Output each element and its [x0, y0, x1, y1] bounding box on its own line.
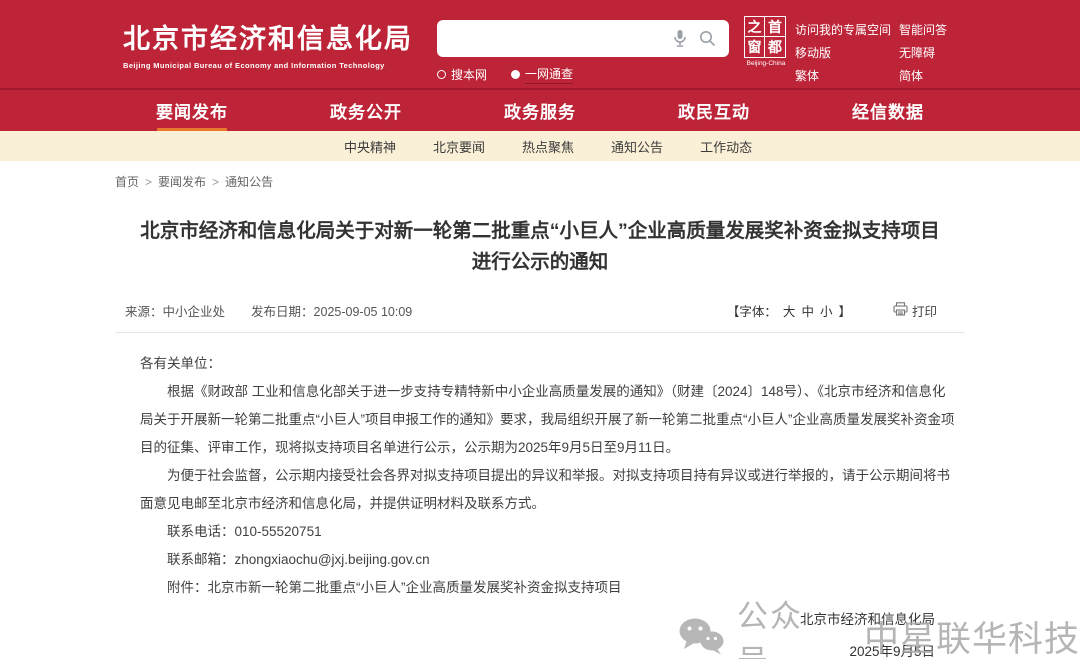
nav-item-gov-disclosure[interactable]: 政务公开 [279, 90, 453, 131]
scope-option-network[interactable]: 一网通查 [511, 65, 574, 84]
subnav-item-hot-focus[interactable]: 热点聚焦 [522, 137, 574, 156]
breadcrumb-separator: > [145, 174, 153, 189]
nav-item-gov-services[interactable]: 政务服务 [453, 90, 627, 131]
breadcrumb-separator: > [212, 174, 220, 189]
subnav-item-work-updates[interactable]: 工作动态 [700, 137, 752, 156]
body-paragraph: 根据《财政部 工业和信息化部关于进一步支持专精特新中小企业高质量发展的通知》（财… [140, 384, 955, 455]
page: 北京市经济和信息化局 Beijing Municipal Bureau of E… [0, 0, 1080, 659]
breadcrumb-home[interactable]: 首页 [115, 173, 139, 190]
nav-item-label: 政务公开 [330, 103, 402, 122]
link-my-space[interactable]: 访问我的专属空间 [795, 21, 899, 38]
font-label-open: 【字体： [726, 305, 777, 319]
nav-item-label: 要闻发布 [156, 103, 228, 122]
capital-window-logo-grid: 之 首 窗 都 [744, 16, 786, 58]
subnav-item-notices[interactable]: 通知公告 [611, 137, 663, 156]
font-size-small-button[interactable]: 小 [820, 301, 833, 320]
print-label: 打印 [911, 305, 937, 319]
search-icon[interactable] [699, 30, 716, 52]
logo-char: 之 [745, 17, 765, 37]
body-paragraph: 为便于社会监督，公示期内接受社会各界对拟支持项目提出的异议和举报。对拟支持项目持… [140, 468, 950, 511]
date-value: 2025-09-05 10:09 [313, 305, 413, 319]
printer-icon [893, 302, 908, 319]
subnav-item-central-spirit[interactable]: 中央精神 [344, 137, 396, 156]
breadcrumb-notices[interactable]: 通知公告 [225, 173, 273, 190]
attachment-link[interactable]: 附件：北京市新一轮第二批重点“小巨人”企业高质量发展奖补资金拟支持项目 [140, 574, 955, 602]
nav-item-industry-data[interactable]: 经信数据 [801, 90, 975, 131]
nav-item-label: 政民互动 [678, 103, 750, 122]
font-label-close: 】 [838, 305, 851, 319]
font-size-large-button[interactable]: 大 [783, 301, 796, 320]
signature-block: 北京市经济和信息化局 2025年9月5日 [115, 605, 965, 659]
radio-selected-icon [511, 70, 521, 79]
article-meta: 来源：中小企业处 发布日期：2025-09-05 10:09 【字体： 大 中 … [115, 301, 965, 319]
breadcrumb: 首页 > 要闻发布 > 通知公告 [115, 173, 965, 190]
link-accessibility[interactable]: 无障碍 [899, 44, 947, 61]
signature-date: 2025年9月5日 [849, 644, 935, 659]
salutation: 各有关单位： [140, 356, 221, 371]
scope-label: 一网通查 [525, 65, 574, 84]
scope-label: 搜本网 [451, 68, 488, 82]
article-date: 发布日期：2025-09-05 10:09 [251, 301, 412, 320]
logo-char: 窗 [745, 37, 765, 57]
print-button[interactable]: 打印 [893, 301, 937, 320]
capital-window-logo[interactable]: 之 首 窗 都 Beijing-China [744, 16, 788, 67]
logo-caption: Beijing-China [746, 60, 786, 67]
nav-item-public-interaction[interactable]: 政民互动 [627, 90, 801, 131]
logo-char: 都 [768, 39, 782, 55]
site-header: 北京市经济和信息化局 Beijing Municipal Bureau of E… [0, 0, 1080, 88]
link-simplified-chinese[interactable]: 简体 [899, 67, 947, 84]
search-scope-options: 搜本网 一网通查 [437, 65, 729, 84]
source-label: 来源： [125, 305, 163, 319]
link-mobile-version[interactable]: 移动版 [795, 44, 899, 61]
site-subtitle: Beijing Municipal Bureau of Economy and … [123, 61, 385, 70]
site-title: 北京市经济和信息化局 [123, 24, 413, 54]
nav-item-news[interactable]: 要闻发布 [105, 90, 279, 131]
search-box [437, 20, 729, 57]
active-tab-indicator [157, 128, 227, 131]
microphone-icon[interactable] [673, 29, 687, 53]
font-size-control: 【字体： 大 中 小 】 [727, 301, 851, 320]
search-area: 搜本网 一网通查 [437, 20, 729, 84]
header-quick-links: 访问我的专属空间 移动版 繁体 智能问答 无障碍 简体 [795, 21, 947, 84]
source-value: 中小企业处 [162, 305, 226, 319]
contact-phone: 联系电话：010-55520751 [167, 524, 322, 539]
scope-option-site[interactable]: 搜本网 [437, 66, 487, 83]
article-content: 首页 > 要闻发布 > 通知公告 北京市经济和信息化局关于对新一轮第二批重点“小… [115, 173, 965, 659]
article-source: 来源：中小企业处 [125, 301, 225, 320]
font-size-medium-button[interactable]: 中 [801, 301, 814, 320]
breadcrumb-news[interactable]: 要闻发布 [158, 173, 206, 190]
date-label: 发布日期： [251, 305, 314, 319]
article-body: 各有关单位： 根据《财政部 工业和信息化部关于进一步支持专精特新中小企业高质量发… [115, 333, 965, 602]
search-input[interactable] [447, 20, 657, 57]
contact-email: 联系邮箱：zhongxiaochu@jxj.beijing.gov.cn [167, 552, 430, 567]
nav-item-label: 政务服务 [504, 103, 576, 122]
radio-unselected-icon [437, 70, 446, 79]
signature-org: 北京市经济和信息化局 [800, 612, 935, 627]
link-smart-qa[interactable]: 智能问答 [899, 21, 947, 38]
subnav-item-beijing-news[interactable]: 北京要闻 [433, 137, 485, 156]
page-title: 北京市经济和信息化局关于对新一轮第二批重点“小巨人”企业高质量发展奖补资金拟支持… [140, 220, 940, 273]
link-traditional-chinese[interactable]: 繁体 [795, 67, 899, 84]
sub-navigation: 中央精神 北京要闻 热点聚焦 通知公告 工作动态 [0, 131, 1080, 161]
nav-item-label: 经信数据 [852, 103, 924, 122]
main-navigation: 要闻发布 政务公开 政务服务 政民互动 经信数据 [0, 88, 1080, 131]
site-brand[interactable]: 北京市经济和信息化局 Beijing Municipal Bureau of E… [123, 17, 413, 70]
logo-char: 首 [765, 17, 785, 37]
